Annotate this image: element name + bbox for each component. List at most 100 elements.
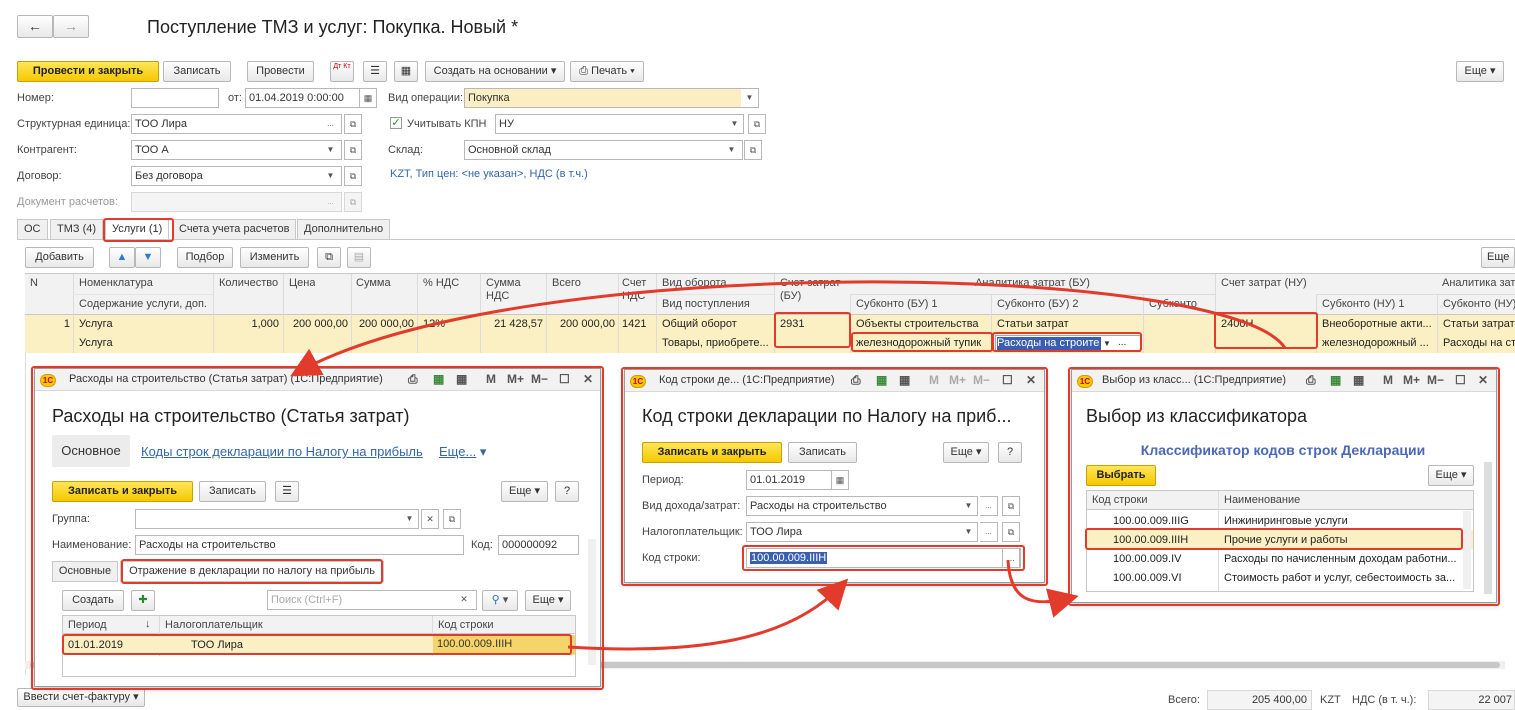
col-subconto-bu2[interactable]: Субконто (БУ) 2 <box>997 298 1079 310</box>
number-input[interactable] <box>131 88 219 108</box>
memory-mminus-icon[interactable]: M− <box>973 373 990 387</box>
back-button[interactable]: ← <box>17 15 53 38</box>
contract-input[interactable]: Без договора <box>131 166 321 186</box>
cell-name[interactable]: Расходы по начисленным доходам работни..… <box>1224 553 1460 565</box>
clear-icon[interactable]: ✕ <box>455 590 473 610</box>
cell-qty[interactable]: 1,000 <box>215 318 279 330</box>
tab-services[interactable]: Услуги (1) <box>105 219 170 240</box>
forward-button[interactable]: → <box>53 15 89 38</box>
cell-code[interactable]: 100.00.009.IIIG <box>1113 515 1189 527</box>
chevron-down-icon[interactable]: ▼ <box>320 166 342 186</box>
cell-code[interactable]: 100.00.009.IIIH <box>433 635 575 655</box>
col-subconto-bu1[interactable]: Субконто (БУ) 1 <box>856 298 938 310</box>
name-input[interactable]: Расходы на строительство <box>135 535 464 555</box>
vertical-scrollbar[interactable] <box>1463 511 1471 589</box>
cell-vat-pct[interactable]: 12% <box>423 318 445 330</box>
contractor-input[interactable]: ТОО А <box>131 140 321 160</box>
cell-subconto-bu1[interactable]: Объекты строительства <box>856 318 989 330</box>
col-cost-account-nu[interactable]: Счет затрат (НУ) <box>1221 277 1307 289</box>
inner-tab-main[interactable]: Основные <box>52 561 118 582</box>
price-info-link[interactable]: KZT, Тип цен: <не указан>, НДС (в т.ч.) <box>390 168 588 180</box>
ellipsis-icon[interactable]: ... <box>980 522 998 542</box>
nav-declaration-codes-link[interactable]: Коды строк декларации по Налогу на прибы… <box>141 444 423 459</box>
save-button[interactable]: Записать <box>199 481 266 502</box>
more-button[interactable]: Еще ▾ <box>943 442 989 463</box>
col-nomenclature-sub[interactable]: Содержание услуги, доп. <box>79 298 207 310</box>
search-button[interactable]: ⚲ ▾ <box>482 590 518 611</box>
save-close-button[interactable]: Записать и закрыть <box>642 442 782 463</box>
close-icon[interactable]: ✕ <box>583 372 593 386</box>
open-icon[interactable]: ⧉ <box>1002 522 1020 542</box>
cell-name[interactable]: Стоимость работ и услуг, себестоимость з… <box>1224 572 1460 584</box>
move-down-icon[interactable]: ▼ <box>135 247 161 268</box>
cell-sum[interactable]: 200 000,00 <box>353 318 414 330</box>
cell-code[interactable]: 100.00.009.VI <box>1113 572 1182 584</box>
cell-name[interactable]: Инжиниринговые услуги <box>1224 515 1460 527</box>
list-more-button[interactable]: Еще ▾ <box>525 590 571 611</box>
col-qty[interactable]: Количество <box>219 277 278 289</box>
print-button[interactable]: ⎙ Печать ▾ <box>570 61 644 82</box>
col-vat-sum[interactable]: Сумма НДС <box>486 277 536 303</box>
calendar-icon[interactable]: ▦ <box>899 373 910 387</box>
memory-m-icon[interactable]: M <box>929 373 939 387</box>
close-icon[interactable]: ✕ <box>1026 373 1036 387</box>
memory-mplus-icon[interactable]: M+ <box>507 372 524 386</box>
col-analytics-bu[interactable]: Аналитика затрат (БУ) <box>850 277 1215 289</box>
col-subconto-bu3[interactable]: Субконто <box>1149 298 1197 310</box>
chevron-down-icon[interactable]: ▼ <box>726 114 744 134</box>
open-icon[interactable]: ⧉ <box>1002 496 1020 516</box>
open-icon[interactable]: ⧉ <box>344 166 362 186</box>
post-button[interactable]: Провести <box>247 61 314 82</box>
kpn-checkbox[interactable]: ✓ <box>390 117 402 129</box>
table-more-button[interactable]: Еще <box>1481 247 1515 268</box>
cell-name[interactable]: Прочие услуги и работы <box>1224 534 1460 546</box>
memory-mplus-icon[interactable]: M+ <box>1403 373 1420 387</box>
col-vat-pct[interactable]: % НДС <box>423 277 459 289</box>
cell-turnover-sub[interactable]: Товары, приобрете... <box>662 337 772 349</box>
move-up-icon[interactable]: ▲ <box>109 247 135 268</box>
cell-code[interactable]: 100.00.009.IIIH <box>1113 534 1188 546</box>
open-icon[interactable]: ⧉ <box>344 140 362 160</box>
chevron-down-icon[interactable]: ▼ <box>741 88 759 108</box>
save-button[interactable]: Записать <box>788 442 857 463</box>
cell-subconto-bu2[interactable]: Статьи затрат <box>997 318 1069 330</box>
memory-mplus-icon[interactable]: M+ <box>949 373 966 387</box>
col-sum[interactable]: Сумма <box>356 277 391 289</box>
structure-icon[interactable]: ▦ <box>394 61 418 82</box>
col-name[interactable]: Наименование <box>1224 494 1300 506</box>
list-icon[interactable]: ☰ <box>363 61 387 82</box>
inner-tab-declaration[interactable]: Отражение в декларации по налогу на приб… <box>120 561 384 582</box>
add-button[interactable]: Добавить <box>25 247 94 268</box>
close-icon[interactable]: ✕ <box>1478 373 1488 387</box>
col-turnover[interactable]: Вид оборота <box>662 277 727 289</box>
cell-subconto-bu2-value[interactable]: Расходы на строите <box>997 337 1101 350</box>
tab-additional[interactable]: Дополнительно <box>297 219 391 239</box>
col-total[interactable]: Всего <box>552 277 581 289</box>
search-input[interactable]: Поиск (Ctrl+F) <box>267 590 477 610</box>
cell-subconto-nu1-value[interactable]: железнодорожный ... <box>1322 337 1434 349</box>
cell-subconto-bu1-value[interactable]: железнодорожный тупик <box>856 337 989 349</box>
ellipsis-icon[interactable]: ... <box>980 496 998 516</box>
cell-vat-sum[interactable]: 21 428,57 <box>482 318 543 330</box>
help-button[interactable]: ? <box>998 442 1022 463</box>
col-code[interactable]: Код строки <box>1092 494 1148 506</box>
maximize-icon[interactable]: ☐ <box>559 372 570 386</box>
col-payer[interactable]: Налогоплательщик <box>165 619 263 631</box>
maximize-icon[interactable]: ☐ <box>1002 373 1013 387</box>
col-subconto-nu2[interactable]: Субконто (НУ) <box>1443 298 1515 310</box>
sort-down-icon[interactable]: ↓ <box>145 618 151 630</box>
payer-input[interactable]: ТОО Лира <box>746 522 961 542</box>
chevron-down-icon[interactable]: ▼ <box>960 522 978 542</box>
paste-icon[interactable]: ▤ <box>347 247 371 268</box>
cell-cost-account-nu[interactable]: 2400Н <box>1221 318 1253 330</box>
create-basis-button[interactable]: Создать на основании ▾ <box>425 61 565 82</box>
table-icon[interactable]: ▦ <box>1330 373 1341 387</box>
tab-tmz[interactable]: ТМЗ (4) <box>50 219 104 239</box>
cell-subconto-bu2-editor[interactable]: Расходы на строите ▼ ... <box>995 335 1141 352</box>
kpn-select[interactable]: НУ <box>495 114 727 134</box>
date-input[interactable]: 01.04.2019 0:00:00 <box>245 88 360 108</box>
calendar-icon[interactable]: ▦ <box>456 372 467 386</box>
cell-price[interactable]: 200 000,00 <box>285 318 348 330</box>
post-close-button[interactable]: Провести и закрыть <box>17 61 159 82</box>
type-input[interactable]: Расходы на строительство <box>746 496 961 516</box>
